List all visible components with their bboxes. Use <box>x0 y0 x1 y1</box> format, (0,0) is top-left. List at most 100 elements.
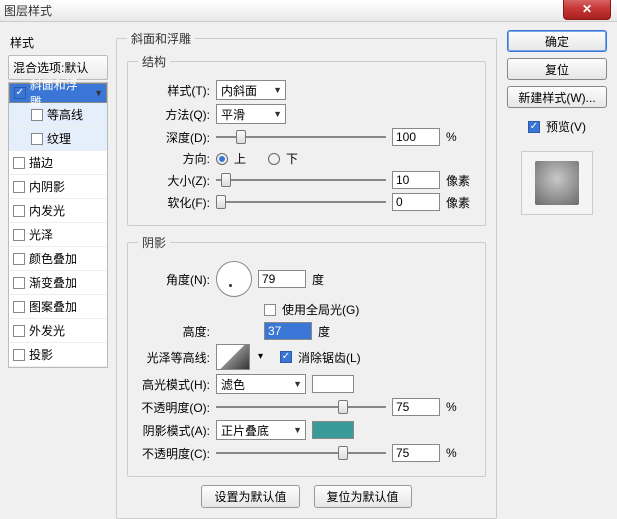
effect-label: 图案叠加 <box>29 298 77 315</box>
soften-unit: 像素 <box>446 194 474 211</box>
altitude-label: 高度: <box>138 323 210 340</box>
highlight-opacity-input[interactable]: 75 <box>392 398 440 416</box>
highlight-color-swatch[interactable] <box>312 375 354 393</box>
effects-list: ✓斜面和浮雕等高线纹理描边内阴影内发光光泽颜色叠加渐变叠加图案叠加外发光投影 <box>8 82 108 368</box>
close-button[interactable]: ✕ <box>563 0 611 20</box>
size-label: 大小(Z): <box>138 172 210 189</box>
close-icon: ✕ <box>582 2 592 16</box>
effect-label: 光泽 <box>29 226 53 243</box>
direction-up-radio[interactable] <box>216 153 228 165</box>
shadow-mode-label: 阴影模式(A): <box>138 422 210 439</box>
style-select[interactable]: 内斜面 <box>216 80 286 100</box>
window-title: 图层样式 <box>4 2 52 19</box>
effect-item-3[interactable]: 描边 <box>9 151 107 175</box>
effect-checkbox[interactable] <box>13 229 25 241</box>
cancel-button[interactable]: 复位 <box>507 58 607 80</box>
effect-checkbox[interactable] <box>31 133 43 145</box>
bevel-group: 斜面和浮雕 结构 样式(T): 内斜面 方法(Q): 平滑 深度(D): 100… <box>116 30 497 519</box>
angle-input[interactable]: 79 <box>258 270 306 288</box>
structure-group: 结构 样式(T): 内斜面 方法(Q): 平滑 深度(D): 100 % 方向: <box>127 53 486 226</box>
soften-slider[interactable] <box>216 194 386 210</box>
shading-legend: 阴影 <box>138 234 170 251</box>
highlight-opacity-unit: % <box>446 400 474 414</box>
highlight-mode-select[interactable]: 滤色 <box>216 374 306 394</box>
effect-checkbox[interactable] <box>13 277 25 289</box>
bevel-legend: 斜面和浮雕 <box>127 30 195 47</box>
angle-dial[interactable] <box>216 261 252 297</box>
effect-item-0[interactable]: ✓斜面和浮雕 <box>9 83 107 103</box>
preview-checkbox[interactable]: ✓ <box>528 121 540 133</box>
effect-item-6[interactable]: 光泽 <box>9 223 107 247</box>
effect-item-4[interactable]: 内阴影 <box>9 175 107 199</box>
angle-label: 角度(N): <box>138 271 210 288</box>
shadow-color-swatch[interactable] <box>312 421 354 439</box>
depth-unit: % <box>446 130 474 144</box>
depth-input[interactable]: 100 <box>392 128 440 146</box>
shadow-opacity-label: 不透明度(C): <box>138 445 210 462</box>
size-slider[interactable] <box>216 172 386 188</box>
ok-button[interactable]: 确定 <box>507 30 607 52</box>
highlight-opacity-slider[interactable] <box>216 399 386 415</box>
effect-label: 斜面和浮雕 <box>30 76 88 110</box>
style-label: 样式(T): <box>138 82 210 99</box>
effect-item-11[interactable]: 投影 <box>9 343 107 367</box>
highlight-mode-label: 高光模式(H): <box>138 376 210 393</box>
effect-item-2[interactable]: 纹理 <box>9 127 107 151</box>
preview-box <box>521 151 593 215</box>
direction-up-label: 上 <box>234 150 246 167</box>
effect-checkbox[interactable] <box>13 301 25 313</box>
effect-checkbox[interactable] <box>13 253 25 265</box>
soften-label: 软化(F): <box>138 194 210 211</box>
preview-label: 预览(V) <box>546 118 586 135</box>
effect-label: 纹理 <box>47 130 71 147</box>
highlight-opacity-label: 不透明度(O): <box>138 399 210 416</box>
shadow-opacity-slider[interactable] <box>216 445 386 461</box>
altitude-input[interactable]: 37 <box>264 322 312 340</box>
effect-item-10[interactable]: 外发光 <box>9 319 107 343</box>
soften-input[interactable]: 0 <box>392 193 440 211</box>
method-select[interactable]: 平滑 <box>216 104 286 124</box>
new-style-button[interactable]: 新建样式(W)... <box>507 86 607 108</box>
effect-label: 投影 <box>29 346 53 363</box>
gloss-contour-picker[interactable] <box>216 344 250 370</box>
global-light-label: 使用全局光(G) <box>282 301 359 318</box>
effect-checkbox[interactable] <box>13 181 25 193</box>
gloss-label: 光泽等高线: <box>138 349 210 366</box>
reset-default-button[interactable]: 复位为默认值 <box>314 485 412 508</box>
effect-checkbox[interactable] <box>13 349 25 361</box>
effect-checkbox[interactable] <box>13 157 25 169</box>
effect-item-5[interactable]: 内发光 <box>9 199 107 223</box>
size-input[interactable]: 10 <box>392 171 440 189</box>
effect-checkbox[interactable]: ✓ <box>14 87 26 99</box>
structure-legend: 结构 <box>138 53 170 70</box>
depth-label: 深度(D): <box>138 129 210 146</box>
effect-label: 内发光 <box>29 202 65 219</box>
effect-checkbox[interactable] <box>13 205 25 217</box>
effect-label: 外发光 <box>29 322 65 339</box>
direction-label: 方向: <box>138 150 210 167</box>
effect-item-7[interactable]: 颜色叠加 <box>9 247 107 271</box>
method-label: 方法(Q): <box>138 106 210 123</box>
effect-checkbox[interactable] <box>31 109 43 121</box>
effect-checkbox[interactable] <box>13 325 25 337</box>
antialias-label: 消除锯齿(L) <box>298 349 361 366</box>
direction-down-radio[interactable] <box>268 153 280 165</box>
shadow-opacity-unit: % <box>446 446 474 460</box>
depth-slider[interactable] <box>216 129 386 145</box>
effect-label: 颜色叠加 <box>29 250 77 267</box>
shadow-opacity-input[interactable]: 75 <box>392 444 440 462</box>
effect-label: 内阴影 <box>29 178 65 195</box>
effect-label: 描边 <box>29 154 53 171</box>
angle-unit: 度 <box>312 271 324 288</box>
styles-header: 样式 <box>8 30 108 55</box>
size-unit: 像素 <box>446 172 474 189</box>
antialias-checkbox[interactable]: ✓ <box>280 351 292 363</box>
altitude-unit: 度 <box>318 323 330 340</box>
shadow-mode-select[interactable]: 正片叠底 <box>216 420 306 440</box>
direction-down-label: 下 <box>286 150 298 167</box>
global-light-checkbox[interactable] <box>264 304 276 316</box>
effect-item-9[interactable]: 图案叠加 <box>9 295 107 319</box>
make-default-button[interactable]: 设置为默认值 <box>201 485 299 508</box>
shading-group: 阴影 角度(N): 79 度 使用全局光(G) 高度: 37 度 <box>127 234 486 477</box>
effect-item-8[interactable]: 渐变叠加 <box>9 271 107 295</box>
